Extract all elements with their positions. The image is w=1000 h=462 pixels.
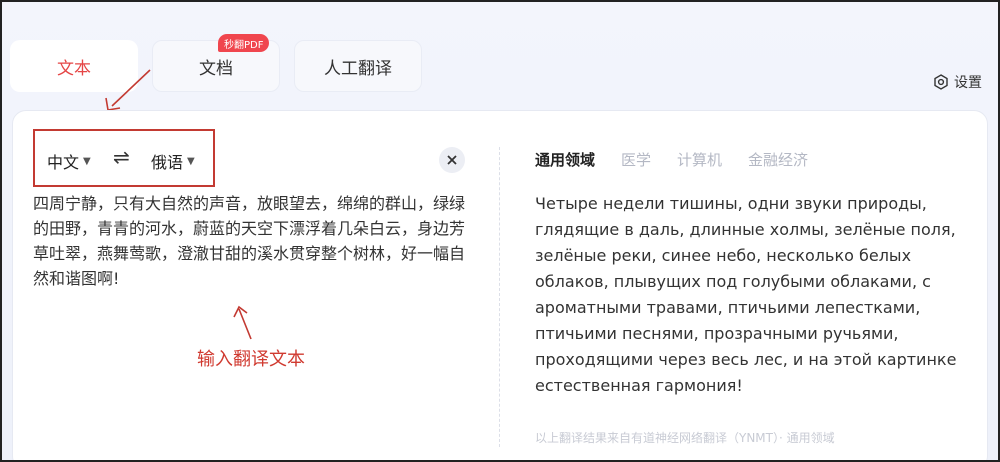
- source-text-input[interactable]: 四周宁静，只有大自然的声音，放眼望去，绵绵的群山，绿绿的田野，青青的河水，蔚蓝的…: [33, 191, 473, 291]
- language-selector-annotation: 中文 ▼ ⇌ 俄语 ▼: [33, 129, 215, 187]
- source-language-label: 中文: [47, 153, 80, 172]
- translation-source-note: 以上翻译结果来自有道神经网络翻译（YNMT）· 通用领域: [535, 431, 835, 445]
- domain-tab-finance[interactable]: 金融经济: [748, 149, 808, 170]
- settings-button[interactable]: 设置: [933, 72, 982, 92]
- pdf-badge: 秒翻PDF: [218, 34, 270, 52]
- panel-divider: [499, 147, 500, 447]
- translation-panel: 中文 ▼ ⇌ 俄语 ▼ 四周宁静，只有大自然的声音，放眼望去，绵绵的群山，绿绿的…: [12, 110, 988, 460]
- clear-button[interactable]: [439, 147, 465, 173]
- domain-tab-general[interactable]: 通用领域: [535, 149, 595, 170]
- tab-document-label: 文档: [199, 58, 233, 79]
- tab-human-label: 人工翻译: [324, 58, 392, 79]
- domain-tab-medicine[interactable]: 医学: [621, 149, 651, 170]
- settings-label: 设置: [954, 75, 982, 91]
- tab-text-label: 文本: [57, 58, 91, 79]
- target-language-label: 俄语: [151, 153, 184, 172]
- domain-tabs: 通用领域 医学 计算机 金融经济: [535, 149, 808, 170]
- tab-human-translation[interactable]: 人工翻译: [294, 40, 422, 92]
- annotation-arrow-up: [233, 305, 252, 340]
- domain-tab-computer[interactable]: 计算机: [677, 149, 722, 170]
- target-language-select[interactable]: 俄语 ▼: [151, 149, 195, 173]
- translator-window: 文本 文档 秒翻PDF 人工翻译 设置 中文 ▼ ⇌ 俄语 ▼ 四周宁静，只有大…: [0, 0, 1000, 462]
- translation-output: Четыре недели тишины, одни звуки природы…: [535, 194, 957, 395]
- chevron-down-icon: ▼: [187, 155, 195, 167]
- swap-icon[interactable]: ⇌: [113, 145, 130, 169]
- source-language-select[interactable]: 中文 ▼: [47, 149, 91, 173]
- close-icon: [447, 155, 457, 165]
- chevron-down-icon: ▼: [83, 155, 91, 167]
- annotation-label: 输入翻译文本: [197, 349, 305, 370]
- annotation-arrow-top: [105, 69, 151, 111]
- gear-icon: [934, 74, 948, 90]
